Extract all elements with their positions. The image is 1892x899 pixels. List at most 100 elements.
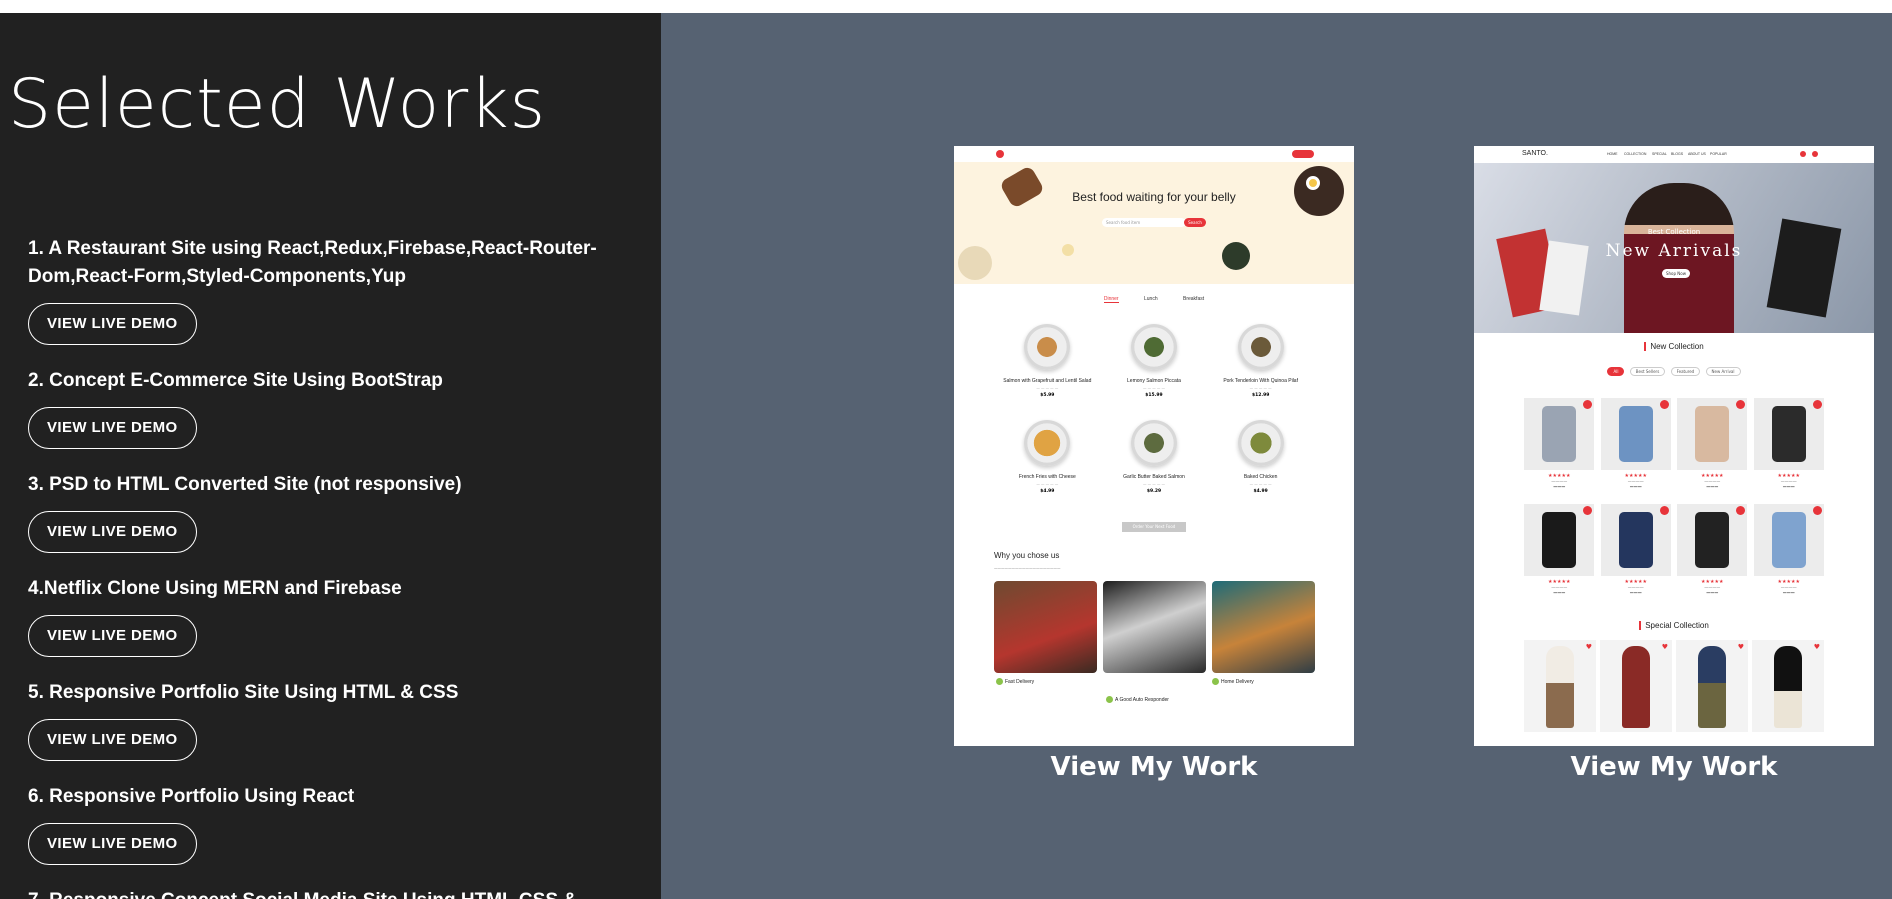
logo-icon [996,150,1004,158]
why-text: ——————————————————— [994,566,1061,570]
filter-chip: All [1607,367,1625,376]
special-card: ♥ [1524,640,1596,732]
project-item: 7. Responsive Concept Social Media Site … [28,887,648,899]
salad-bowl-icon [1222,242,1250,270]
nav-item: COLLECTION [1624,152,1647,156]
dish-card: Salmon with Grapefruit and Lentil Salad —… [994,324,1101,398]
menu-tabs: Dinner Lunch Breakfast [954,296,1354,303]
dish-image [1237,324,1284,370]
view-live-demo-button[interactable]: VIEW LIVE DEMO [28,303,197,345]
chef-photo [1103,581,1206,673]
product-card: ★★★★★ ———— ——— [1600,504,1672,595]
nav-item: HOME [1607,152,1618,156]
view-live-demo-button[interactable]: VIEW LIVE DEMO [28,719,197,761]
feature-label: Fast Delivery [996,678,1034,685]
dish-price: $15.99 [1145,393,1163,398]
tab-dinner: Dinner [1103,296,1119,303]
special-card: ♥ [1752,640,1824,732]
feature-label: Home Delivery [1212,678,1254,685]
view-live-demo-button[interactable]: VIEW LIVE DEMO [28,615,197,657]
dot-icon [1062,244,1074,256]
section-title: Special Collection [1474,621,1874,630]
tab-lunch: Lunch [1143,296,1158,302]
view-my-work-link[interactable]: View My Work [954,752,1354,782]
dish-desc: — — — — — [1249,482,1272,486]
product-card: ★★★★★ ———— ——— [1524,398,1595,489]
product-card: ★★★★★ ———— ——— [1753,504,1825,595]
dish-image [1237,420,1284,466]
project-item: 4.Netflix Clone Using MERN and Firebase … [28,575,648,657]
search-button: Search [1184,218,1206,227]
order-button: Order Your Next Food [1122,522,1186,532]
view-live-demo-button[interactable]: VIEW LIVE DEMO [28,511,197,553]
section-title: New Collection [1474,342,1874,351]
page-title: Selected Works [8,65,547,144]
dish-image [1024,324,1071,370]
dish-price: $4.99 [1253,489,1268,494]
dish-desc: — — — — — [1143,386,1165,390]
nav-item: BLOGS [1671,152,1684,156]
breakfast-plate-icon [1294,166,1344,216]
project-title: 5. Responsive Portfolio Site Using HTML … [28,682,459,703]
courier-photo [1212,581,1315,673]
wishlist-icon [1812,151,1818,157]
project-title: 4.Netflix Clone Using MERN and Firebase [28,578,402,599]
project-title: 3. PSD to HTML Converted Site (not respo… [28,474,462,495]
nav-item: SPECIAL [1652,152,1667,156]
ecommerce-site-screenshot[interactable]: SANTO. HOME COLLECTION SPECIAL BLOGS ABO… [1474,146,1874,746]
search-input: Search food item [1102,218,1186,227]
hero-subtitle: Best Collection [1647,228,1701,236]
dish-name: Salmon with Grapefruit and Lentil Salad [1003,378,1092,384]
mini-hero: Best food waiting for your belly Search … [954,162,1354,284]
product-grid: ★★★★★ ———— ——— ★★★★★ ———— ——— ★★★★★ ———— ——— ★… [1524,398,1824,489]
view-my-work-link[interactable]: View My Work [1474,752,1874,782]
work-card-restaurant: Best food waiting for your belly Search … [954,146,1354,782]
dish-desc: — — — — — [1143,482,1165,486]
project-item: 1. A Restaurant Site using React,Redux,F… [28,235,648,345]
product-card: ★★★★★ ———— ——— [1677,398,1748,489]
dish-image [1024,420,1071,466]
dish-card: Garlic Butter Baked Salmon — — — — — $9.29 [1101,420,1208,494]
dish-price: $5.99 [1040,393,1055,398]
product-card: ★★★★★ ———— ——— [1753,398,1825,489]
filter-chip: Featured [1670,367,1701,376]
dish-desc: — — — — — [1036,482,1059,486]
dish-price: $12.99 [1251,393,1270,398]
special-card: ♥ [1676,640,1748,732]
mini-navbar [954,146,1354,162]
restaurant-site-screenshot[interactable]: Best food waiting for your belly Search … [954,146,1354,746]
dish-name: Baked Chicken [1243,474,1278,480]
delivery-photo [994,581,1097,673]
works-list-panel: Selected Works 1. A Restaurant Site usin… [0,13,661,899]
filter-chip: Best Sellers [1629,367,1666,376]
dish-desc: — — — — — [1036,386,1059,390]
view-live-demo-button[interactable]: VIEW LIVE DEMO [28,823,197,865]
nav-item: POPULAR [1710,152,1727,156]
product-card: ★★★★★ ———— ——— [1524,504,1595,595]
project-title: 1. A Restaurant Site using React,Redux,F… [28,238,597,287]
special-card: ♥ [1600,640,1672,732]
mini-hero: Best Collection New Arrivals Shop Now [1474,163,1874,333]
feature-label: A Good Auto Responder [1106,696,1169,703]
dish-image [1130,324,1177,370]
cart-icon [1800,151,1806,157]
nav-item: ABOUT US [1688,152,1706,156]
project-item: 6. Responsive Portfolio Using React VIEW… [28,783,648,865]
brand-logo: SANTO. [1522,150,1548,157]
product-grid: ★★★★★ ———— ——— ★★★★★ ———— ——— ★★★★★ ———— ——— ★… [1524,504,1824,595]
project-item: 2. Concept E-Commerce Site Using BootStr… [28,367,648,449]
top-strip [0,0,1892,13]
feature-photos [994,581,1315,673]
project-title: 7. Responsive Concept Social Media Site … [28,887,648,899]
view-live-demo-button[interactable]: VIEW LIVE DEMO [28,407,197,449]
project-list: 1. A Restaurant Site using React,Redux,F… [28,235,648,899]
hero-title: New Arrivals [1605,241,1743,261]
project-item: 5. Responsive Portfolio Site Using HTML … [28,679,648,761]
dish-card: French Fries with Cheese — — — — — $4.99 [994,420,1101,494]
dish-name: Garlic Butter Baked Salmon [1123,474,1185,480]
filter-chips: All Best Sellers Featured New Arrival [1474,367,1874,376]
why-title: Why you chose us [994,551,1060,560]
dish-name: French Fries with Cheese [1018,474,1076,480]
dish-grid: Salmon with Grapefruit and Lentil Salad —… [994,324,1314,494]
dish-card: Baked Chicken — — — — — $4.99 [1207,420,1314,494]
